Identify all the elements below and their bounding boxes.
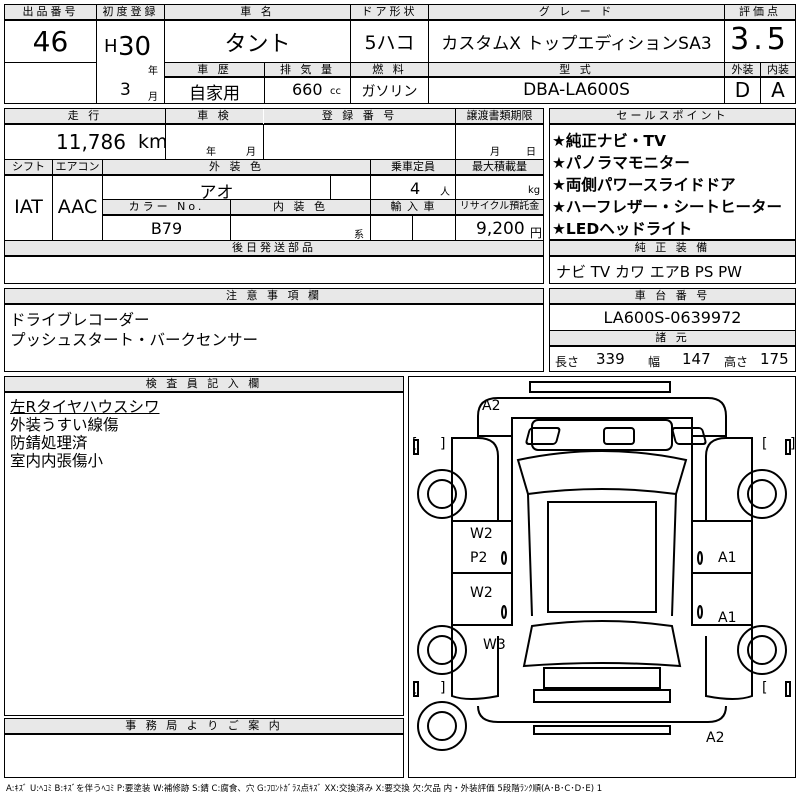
door-type: 5ハコ (364, 32, 415, 54)
inspection-label: 車 検 (166, 109, 263, 124)
notes-label: 注 意 事 項 欄 (5, 289, 543, 304)
note-line: プッシュスタート・バークセンサー (10, 331, 259, 349)
displacement-unit: cc (330, 86, 341, 97)
ext-color-label: 外 装 色 (103, 160, 370, 175)
color-no: B79 (150, 219, 183, 238)
sales-point: ★ハーフレザー・シートヒーター (552, 198, 782, 216)
chassis-number: LA600S-0639972 (603, 308, 742, 327)
shift-label: シフト (5, 160, 52, 175)
capacity: 4 (410, 179, 421, 198)
recycle-unit: 円 (530, 226, 543, 240)
length: 339 (596, 350, 625, 368)
aircon-label: エアコン (53, 160, 102, 175)
length-label: 長さ (555, 355, 580, 369)
bracket-close-top-right: ] (790, 436, 796, 452)
inspector-line: 室内内張傷小 (10, 452, 104, 470)
damage-mark-a2-top: A2 (482, 398, 501, 414)
score-label: 評価点 (725, 5, 795, 20)
mileage-label: 走 行 (5, 109, 165, 124)
grade: カスタムX トップエディションSA3 (441, 34, 712, 54)
reg-year: 30 (118, 32, 152, 62)
bracket-open-bottom-left: [ (412, 680, 418, 696)
car-diagram (413, 381, 791, 751)
fuel: ガソリン (361, 84, 418, 100)
width-label: 幅 (648, 355, 661, 369)
office-label: 事 務 局 よ り ご 案 内 (5, 719, 403, 734)
bracket-close-top-left: ] (440, 436, 446, 452)
reg-number-label: 登 録 番 号 (264, 109, 455, 124)
genuine-equipment: ナビ TV カワ エアB PS PW (556, 263, 742, 281)
chassis-label: 車 台 番 号 (550, 289, 795, 304)
score: 3.5 (730, 22, 790, 57)
specs-label: 諸 元 (550, 331, 795, 346)
sales-point: ★パノラマモニター (552, 154, 690, 172)
car-name: タント (224, 32, 291, 57)
damage-mark-p2: P2 (470, 550, 488, 566)
recycle-fee: 9,200 (476, 219, 525, 239)
month-unit: 月 (148, 92, 158, 103)
genuine-equipment-label: 純 正 装 備 (550, 241, 795, 256)
grade-label: グ レ ー ド (429, 5, 724, 20)
ext-grade-label: 外装 (725, 63, 760, 77)
reg-month: 3 (120, 80, 131, 100)
lot-number: 46 (32, 25, 69, 58)
damage-mark-w3: W3 (483, 637, 506, 653)
int-grade: A (771, 78, 785, 102)
max-load-label: 最大積載量 (456, 160, 543, 175)
sales-point: ★LEDヘッドライト (552, 220, 693, 238)
int-color-unit: 系 (354, 230, 364, 241)
fuel-label: 燃 料 (351, 63, 428, 77)
bracket-open-top-left: [ (412, 436, 418, 452)
inspection-month-unit: 月 (246, 147, 256, 158)
inspection-year-unit: 年 (206, 147, 216, 158)
capacity-label: 乗車定員 (371, 160, 455, 175)
car-name-label: 車 名 (165, 5, 350, 20)
displacement: 660 (292, 80, 323, 99)
later-parts-label: 後日発送部品 (5, 241, 543, 256)
int-grade-label: 内装 (761, 63, 795, 77)
height-label: 高さ (724, 355, 749, 369)
damage-mark-w2-front: W2 (470, 526, 493, 542)
model-label: 型 式 (429, 63, 724, 77)
model-code: DBA-LA600S (523, 80, 630, 100)
shift: IAT (14, 196, 43, 218)
mileage-unit: km (138, 131, 168, 153)
int-color-label: 内 装 色 (231, 200, 370, 215)
bracket-open-bottom-right: [ (762, 680, 768, 696)
era-prefix: H (104, 36, 118, 57)
first-reg-label: 初度登録 (97, 5, 164, 20)
damage-mark-w2-rear: W2 (470, 585, 493, 601)
recycle-label: リサイクル預託金 (456, 200, 543, 215)
transfer-month-unit: 月 (490, 147, 500, 158)
mileage: 11,786 (56, 130, 126, 154)
max-load-unit: kg (528, 185, 541, 196)
ext-grade: D (734, 78, 751, 102)
sales-points-label: セールスポイント (550, 109, 795, 124)
bracket-close-bottom-left: ] (440, 680, 446, 696)
history: 自家用 (189, 84, 240, 104)
sales-point: ★両側パワースライドドア (552, 176, 736, 194)
import-label: 輸 入 車 (371, 200, 455, 215)
damage-mark-a2-bottom: A2 (706, 730, 725, 746)
capacity-unit: 人 (440, 187, 450, 198)
damage-mark-a1-front: A1 (718, 550, 737, 566)
sales-point: ★純正ナビ・TV (552, 132, 666, 150)
transfer-doc-label: 譲渡書類期限 (456, 109, 543, 124)
transfer-day-unit: 日 (526, 147, 536, 158)
color-no-label: カラー No. (103, 200, 230, 215)
aircon: AAC (57, 196, 98, 218)
damage-mark-a1-rear: A1 (718, 610, 737, 626)
history-label: 車 歴 (165, 63, 264, 77)
legend: A:ｷｽﾞ U:ﾍｺﾐ B:ｷｽﾞを伴うﾍｺﾐ P:要塗装 W:補修跡 S:錆 … (6, 784, 603, 794)
width: 147 (682, 350, 711, 368)
door-label: ドア形状 (351, 5, 428, 20)
displacement-label: 排 気 量 (265, 63, 350, 77)
year-unit: 年 (148, 66, 158, 77)
bracket-open-top-right: [ (762, 436, 768, 452)
note-line: ドライブレコーダー (10, 311, 150, 329)
lot-label: 出品番号 (5, 5, 96, 20)
height: 175 (760, 350, 789, 368)
inspector-label: 検 査 員 記 入 欄 (5, 377, 403, 392)
